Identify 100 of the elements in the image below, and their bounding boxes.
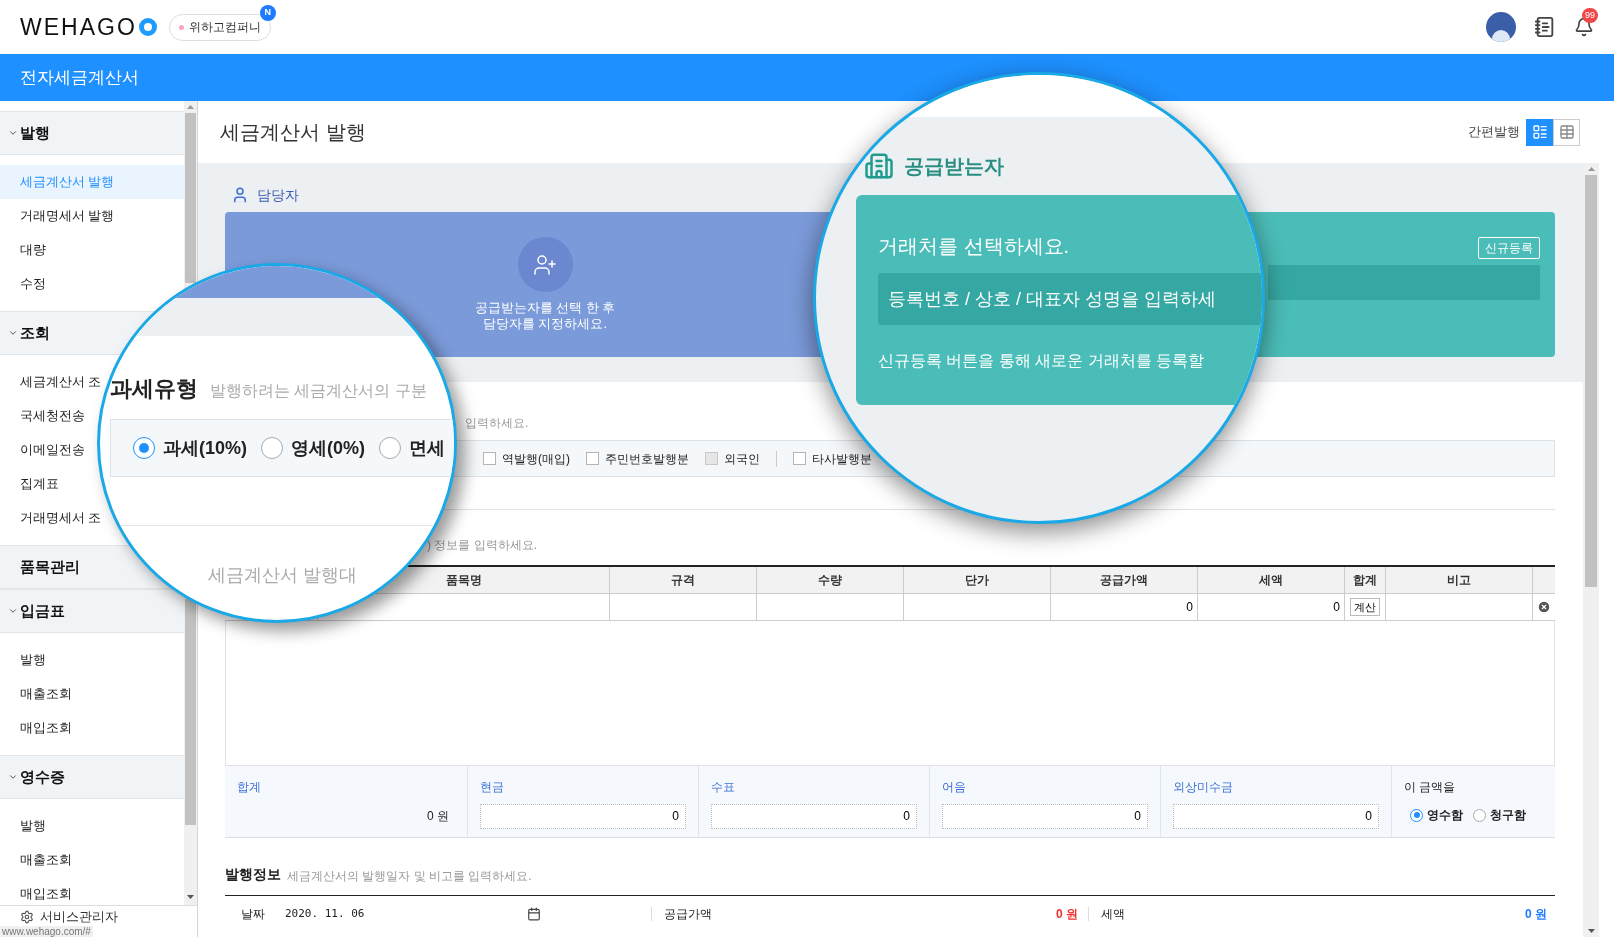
- sidebar-item[interactable]: 대량: [0, 233, 46, 267]
- column-header: 수량: [818, 572, 842, 589]
- checkbox[interactable]: [793, 452, 806, 465]
- amount-input[interactable]: 0: [480, 804, 686, 829]
- contact-title: 담당자: [257, 185, 299, 205]
- column-header: 세액: [1259, 572, 1283, 589]
- sidebar-item[interactable]: 매입조회: [0, 711, 72, 745]
- amount-input[interactable]: 0: [942, 804, 1148, 829]
- checkbox-label: 주민번호발행분: [605, 450, 689, 468]
- scrollbar-thumb[interactable]: [185, 599, 196, 825]
- receipt-label: 이 금액을: [1404, 779, 1457, 796]
- logo-text: WEHAGO: [20, 12, 137, 42]
- scroll-up-icon[interactable]: [1587, 167, 1595, 171]
- page-title: 세금계산서 발행: [220, 120, 366, 145]
- user-icon: [231, 186, 249, 204]
- sidebar-item[interactable]: 수정: [0, 267, 46, 301]
- tax-value: 0 원: [1525, 906, 1548, 923]
- app-title: 전자세금계산서: [20, 66, 139, 89]
- status-url: www.wehago.com/#: [0, 926, 93, 937]
- checkbox-label: 타사발행분: [812, 450, 872, 468]
- radio-label: 면세: [409, 436, 446, 460]
- column-header: 공급가액: [1100, 572, 1148, 589]
- calculate-button[interactable]: 계산: [1350, 598, 1380, 616]
- view-toggle[interactable]: [1526, 118, 1553, 146]
- supplier-hint: 신규등록 버튼을 통해 새로운 거래처를 등록할: [878, 351, 1206, 371]
- table-cell-text: 0: [1333, 599, 1340, 616]
- sidebar-item[interactable]: 발행: [0, 809, 46, 843]
- notes-icon[interactable]: [1534, 16, 1556, 38]
- radio-button[interactable]: [261, 437, 283, 459]
- radio-label: 영세(0%): [291, 436, 366, 460]
- radio-button[interactable]: [133, 437, 155, 459]
- column-header: 비고: [1447, 572, 1471, 589]
- logo-ring-icon: [138, 18, 157, 36]
- quick-issue-label: 간편발행: [1468, 123, 1520, 142]
- radio-button[interactable]: [1410, 808, 1423, 822]
- summary-label: 수표: [711, 779, 736, 796]
- sidebar-item[interactable]: 매입조회: [0, 877, 72, 905]
- column-header: 품목명: [445, 572, 482, 589]
- sidebar-item[interactable]: 세금계산서 조: [0, 365, 102, 399]
- scroll-up-icon[interactable]: [187, 105, 194, 109]
- avatar[interactable]: [1486, 12, 1516, 42]
- tax-label: 세액: [1100, 906, 1126, 923]
- bell-icon[interactable]: [1574, 17, 1594, 37]
- supply-label: 공급가액: [663, 906, 713, 923]
- scroll-down-icon[interactable]: [187, 895, 194, 899]
- delete-row-icon[interactable]: [1537, 599, 1551, 615]
- new-badge: N: [259, 4, 276, 21]
- building-icon: [864, 151, 894, 181]
- sidebar-item[interactable]: 국세청전송: [0, 399, 85, 433]
- service-admin-link[interactable]: 서비스관리자: [40, 909, 118, 925]
- calendar-icon[interactable]: [527, 907, 541, 921]
- sidebar-item[interactable]: 거래명세서 발행: [0, 199, 115, 233]
- issue-info-description: 세금계산서의 발행일자 및 비고를 입력하세요.: [287, 868, 532, 885]
- sidebar-item[interactable]: 거래명세서 조: [0, 501, 102, 535]
- sidebar-item[interactable]: 매출조회: [0, 843, 72, 877]
- radio-label: 영수함: [1427, 807, 1463, 824]
- view-toggle[interactable]: [1553, 118, 1580, 146]
- column-header: 합계: [1353, 572, 1377, 589]
- amount-input[interactable]: 0: [1173, 804, 1379, 829]
- list-view-icon: [1531, 124, 1548, 140]
- summary-total: 0 원: [426, 808, 450, 825]
- summary-label: 현금: [480, 779, 505, 796]
- supply-value: 0 원: [1056, 906, 1078, 923]
- checkbox[interactable]: [586, 452, 599, 465]
- column-header: 단가: [965, 572, 989, 589]
- tax-type-title: 과세유형: [110, 375, 198, 403]
- checkbox-label: 외국인: [724, 450, 760, 468]
- date-value: 2020. 11. 06: [285, 905, 366, 922]
- supplier-title: 공급받는자: [904, 154, 1004, 179]
- table-view-icon: [1558, 124, 1575, 140]
- sidebar-group-label[interactable]: 입금표: [20, 599, 65, 623]
- radio-button[interactable]: [379, 437, 402, 459]
- sidebar-item[interactable]: 발행: [0, 643, 46, 677]
- tax-type-hint: 발행하려는 세금계산서의 구분: [210, 381, 427, 401]
- sidebar-item[interactable]: 집계표: [0, 467, 59, 501]
- radio-label: 청구함: [1490, 807, 1526, 824]
- amount-input[interactable]: 0: [711, 804, 917, 829]
- sidebar-group-label[interactable]: 품목관리: [20, 555, 80, 579]
- issue-info-title: 발행정보: [225, 865, 281, 884]
- column-header: 규격: [671, 572, 695, 589]
- scroll-down-icon[interactable]: [1587, 929, 1595, 933]
- contact-message: 공급받는자를 선택 한 후 담당자를 지정하세요.: [474, 300, 616, 332]
- scrollbar-thumb[interactable]: [185, 113, 196, 283]
- settings-icon: [20, 910, 34, 924]
- scrollbar[interactable]: [1583, 163, 1599, 937]
- sidebar-group-label[interactable]: 발행: [20, 121, 50, 145]
- supplier-prompt: 거래처를 선택하세요.: [878, 234, 1071, 259]
- date-label: 날짜: [240, 906, 266, 923]
- summary-label: 외상미수금: [1173, 779, 1234, 796]
- sidebar-item[interactable]: 매출조회: [0, 677, 72, 711]
- radio-label: 과세(10%): [163, 436, 247, 460]
- checkbox-label: 역발행(매입): [502, 450, 570, 468]
- checkbox[interactable]: [483, 452, 496, 465]
- sidebar-group-label[interactable]: 영수증: [20, 765, 65, 789]
- table-cell-text: 0: [1186, 599, 1193, 616]
- radio-button[interactable]: [1473, 808, 1486, 822]
- summary-label: 합계: [237, 779, 262, 796]
- supplier-search-field[interactable]: [1268, 265, 1540, 300]
- sidebar-item[interactable]: 이메일전송: [0, 433, 85, 467]
- sidebar-group-label[interactable]: 조회: [20, 321, 50, 345]
